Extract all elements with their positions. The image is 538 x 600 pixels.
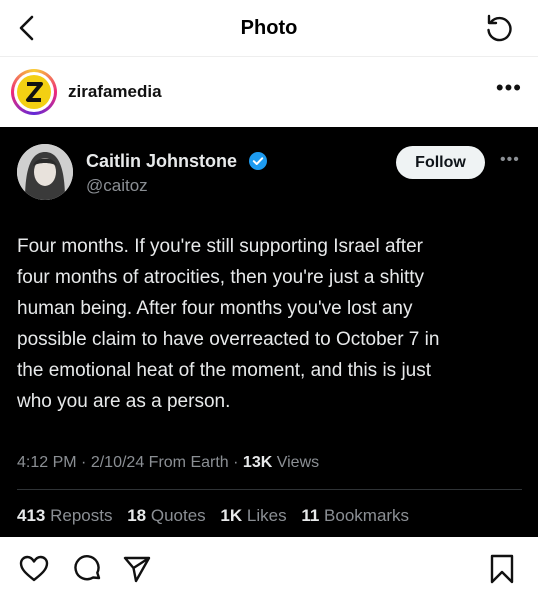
tweet-author-handle[interactable]: @caitoz	[86, 176, 148, 196]
quotes-stat[interactable]: 18 Quotes	[127, 506, 205, 525]
tweet-metadata: 4:12 PM · 2/10/24 From Earth · 13K Views	[17, 454, 320, 471]
action-bar	[0, 537, 538, 600]
tweet-more-icon[interactable]: •••	[500, 152, 520, 168]
tweet-avatar[interactable]	[17, 144, 73, 200]
bookmark-icon[interactable]	[486, 553, 518, 585]
refresh-icon[interactable]	[484, 13, 514, 43]
follow-button[interactable]: Follow	[396, 146, 485, 179]
top-bar: Photo	[0, 0, 538, 56]
tweet-source: From Earth	[148, 454, 229, 471]
likes-stat[interactable]: 1K Likes	[220, 506, 286, 525]
tweet-time[interactable]: 4:12 PM	[17, 454, 77, 471]
post-header: zirafamedia •••	[0, 57, 538, 127]
divider	[17, 489, 522, 490]
tweet-author-name[interactable]: Caitlin Johnstone	[86, 151, 237, 172]
tweet-stats: 413 Reposts 18 Quotes 1K Likes 11 Bookma…	[17, 506, 419, 526]
views-label: Views	[276, 454, 320, 471]
bookmarks-stat[interactable]: 11 Bookmarks	[301, 506, 409, 525]
tweet-date[interactable]: 2/10/24	[91, 454, 144, 471]
avatar[interactable]	[11, 69, 57, 115]
tweet-card: Caitlin Johnstone @caitoz Follow ••• Fou…	[0, 127, 538, 537]
more-horizontal-icon[interactable]: •••	[496, 77, 522, 99]
comment-icon[interactable]	[72, 553, 104, 585]
post-username[interactable]: zirafamedia	[68, 82, 162, 102]
heart-icon[interactable]	[18, 553, 50, 585]
send-icon[interactable]	[121, 553, 153, 585]
tweet-text: Four months. If you're still supporting …	[17, 236, 440, 412]
zirafamedia-logo	[17, 75, 51, 109]
views-count: 13K	[242, 454, 273, 471]
verified-badge-icon	[249, 152, 267, 170]
reposts-stat[interactable]: 413 Reposts	[17, 506, 112, 525]
page-title: Photo	[240, 17, 298, 39]
